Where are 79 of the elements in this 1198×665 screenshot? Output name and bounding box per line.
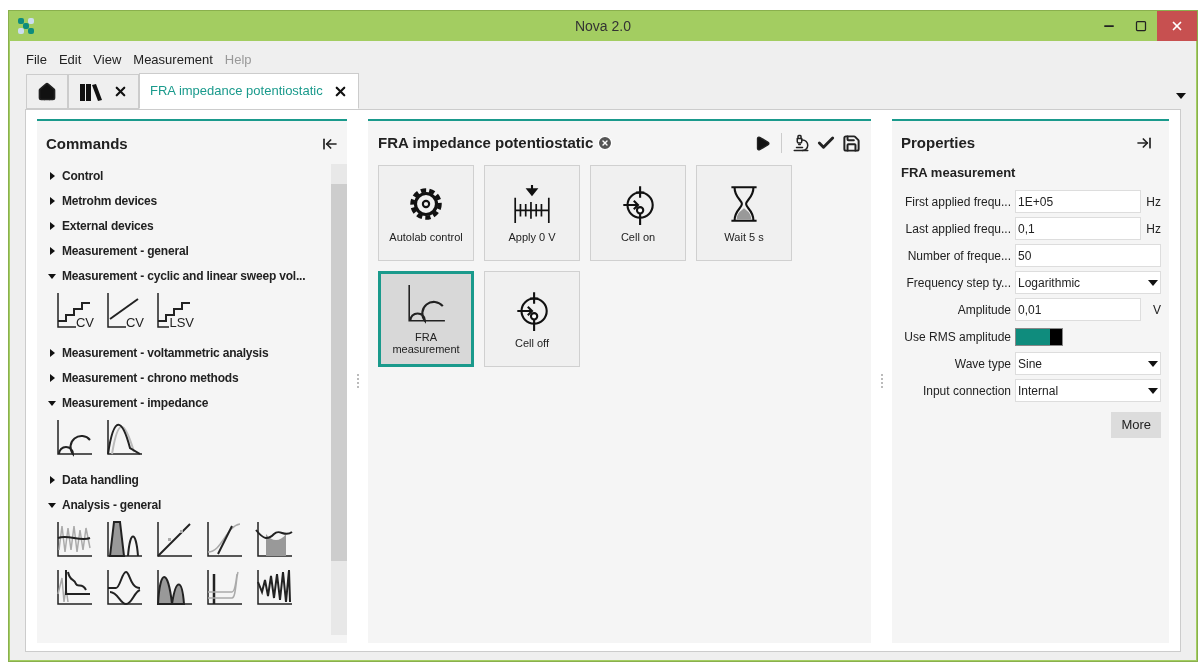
caret-right-icon [48,476,56,484]
procedure-step[interactable]: Cell off [484,270,581,367]
input-field[interactable]: 0,1 [1015,217,1141,240]
tree-group[interactable]: External devices [48,213,332,239]
tree-group[interactable]: Measurement - voltammetric analysis [48,340,332,366]
caret-down-icon [1148,279,1158,286]
tree-group[interactable]: Metrohm devices [48,188,332,214]
close-icon[interactable] [113,84,128,99]
microscope-icon[interactable] [792,134,811,153]
command-tile[interactable]: CV [54,290,94,331]
unit-label: V [1153,301,1161,319]
more-button[interactable]: More [1111,412,1161,438]
toggle-switch[interactable] [1015,327,1063,346]
input-field[interactable]: 0,01 [1015,298,1141,321]
field-label: Input connection [921,382,1012,400]
tree-group[interactable]: Measurement - cyclic and linear sweep vol... [48,263,332,289]
caret-down-icon [48,272,56,280]
caret-down-icon [1148,360,1158,367]
window-title: Nova 2.0 [575,16,631,36]
caret-down-icon [48,399,56,407]
unit-label: Hz [1146,193,1161,211]
caret-down-icon [1148,387,1158,394]
procedure-step[interactable]: Apply 0 V [484,164,581,261]
play-icon[interactable] [754,134,772,152]
nyquist-icon [405,282,448,325]
section-title: FRA measurement [900,163,1017,182]
field-label: Use RMS amplitude [903,328,1012,346]
app-logo-icon [17,17,35,35]
splitter-grip[interactable] [880,374,883,388]
caret-right-icon [48,247,56,255]
maximize-icon [1135,20,1147,32]
menu-item[interactable]: File [26,50,47,71]
tab[interactable] [68,74,139,109]
input-field[interactable]: 1E+05 [1015,190,1141,213]
scrollbar[interactable] [331,163,348,635]
close-icon[interactable] [597,135,614,152]
field-label: Number of freque... [906,247,1012,265]
caret-down-icon [48,501,56,509]
save-icon[interactable] [842,133,862,153]
procedure-step[interactable]: FRA measurement [378,270,475,367]
caret-right-icon [48,222,56,230]
dropdown[interactable]: Logarithmic [1015,271,1161,294]
dropdown[interactable]: Internal [1015,379,1161,402]
field-label: First applied frequ... [903,193,1012,211]
field-label: Amplitude [956,301,1012,319]
field-label: Last applied frequ... [904,220,1012,238]
tree-group[interactable]: Data handling [48,467,332,493]
close-icon [1170,19,1184,33]
splitter-grip[interactable] [356,374,359,388]
menu-item[interactable]: Measurement [133,50,213,71]
home-icon [37,81,57,102]
menu-item[interactable]: Edit [58,50,82,71]
procedure-step[interactable]: Cell on [590,164,687,261]
dropdown-caret-icon[interactable] [1176,93,1186,99]
caret-right-icon [48,172,56,180]
books-icon [79,81,103,102]
tab[interactable]: FRA impedance potentiostatic [139,73,359,109]
tab[interactable] [26,74,68,109]
panel-title: FRA impedance potentiostatic [378,133,594,153]
procedure-step[interactable]: Autolab control [378,164,475,261]
field-label: Frequency step ty... [905,274,1012,292]
tree-group[interactable]: Control [48,163,332,189]
tree-group[interactable]: Measurement - impedance [48,390,332,416]
caret-right-icon [48,197,56,205]
input-field[interactable]: 50 [1015,244,1161,267]
caret-right-icon [48,374,56,382]
panel-title: Properties [901,133,976,153]
tree-group[interactable]: Measurement - general [48,238,332,264]
command-tile[interactable]: LSV [154,290,194,331]
dropdown[interactable]: Sine [1015,352,1161,375]
tree-group[interactable]: Measurement - chrono methods [48,365,332,391]
caret-right-icon [48,349,56,357]
menu-item[interactable]: View [93,50,122,71]
field-label: Wave type [953,355,1012,373]
procedure-step[interactable]: Wait 5 s [696,164,793,261]
tree-group[interactable]: Analysis - general [48,492,332,518]
panel-title: Commands [46,134,128,154]
unit-label: Hz [1146,220,1161,238]
command-tile[interactable]: CV [104,290,144,331]
